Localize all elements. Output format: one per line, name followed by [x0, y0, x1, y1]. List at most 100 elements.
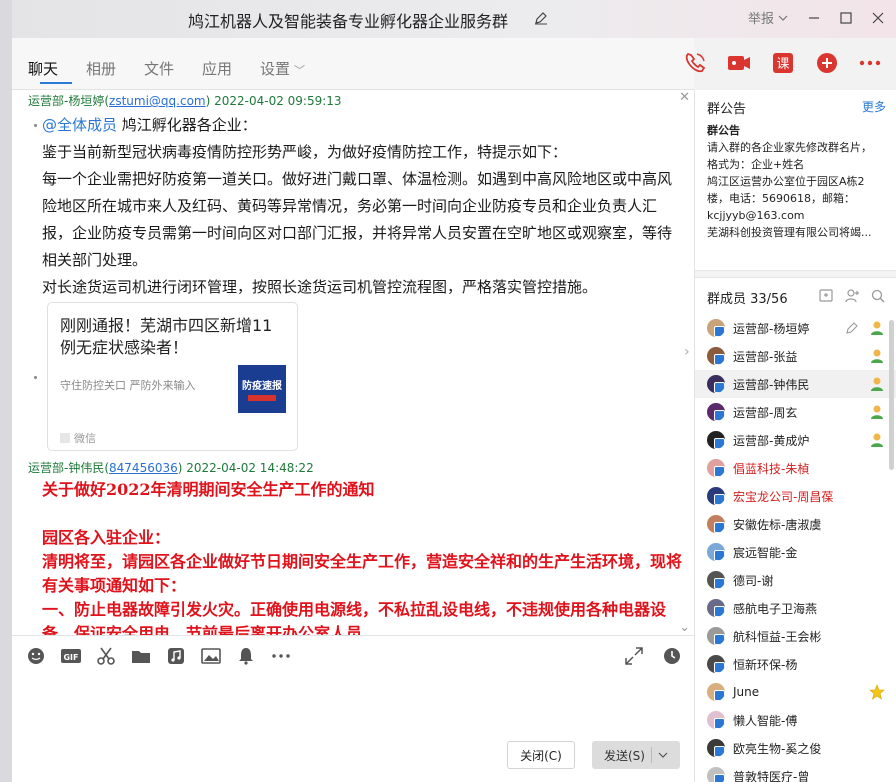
- expand-icon[interactable]: [624, 646, 644, 666]
- composer-toolbar: GIF: [26, 646, 292, 666]
- group-chat-icon[interactable]: [818, 288, 834, 304]
- chevron-down-icon[interactable]: [658, 752, 668, 758]
- video-call-icon[interactable]: [726, 50, 752, 76]
- maximize-icon[interactable]: [840, 11, 852, 24]
- member-name: 运营部-黄成炉: [733, 433, 810, 448]
- edit-card-icon[interactable]: [845, 321, 859, 335]
- members-tools: [818, 288, 886, 304]
- article-subtitle: 守住防控关口 严防外来输入: [60, 379, 196, 392]
- svg-text:GIF: GIF: [63, 653, 78, 662]
- member-item[interactable]: 宏宝龙公司-周昌葆: [695, 482, 896, 510]
- members-header: 群成员 33/56: [707, 292, 788, 307]
- message-bullet: [34, 124, 37, 127]
- member-item[interactable]: 宸远智能-金: [695, 538, 896, 566]
- member-item[interactable]: June: [695, 678, 896, 706]
- member-item[interactable]: 普敦特医疗-曾: [695, 762, 896, 782]
- member-item[interactable]: 德司-谢: [695, 566, 896, 594]
- avatar: [707, 487, 725, 505]
- member-item[interactable]: 航科恒益-王会彬: [695, 622, 896, 650]
- admin-icon: [869, 348, 885, 364]
- member-item[interactable]: 欧亮生物-奚之俊: [695, 734, 896, 762]
- member-list-scrollbar[interactable]: [889, 320, 894, 470]
- member-item[interactable]: 安徽佐标-唐淑虞: [695, 510, 896, 538]
- member-item[interactable]: 运营部-杨垣婷: [695, 314, 896, 342]
- member-name: 倡蓝科技-朱楨: [733, 461, 810, 476]
- avatar: [707, 739, 725, 757]
- minimize-icon[interactable]: [808, 12, 820, 24]
- title-bar: 鸠江机器人及智能装备专业孵化器企业服务群 举报: [0, 0, 896, 38]
- member-name: 运营部-张益: [733, 349, 798, 364]
- sender-qq[interactable]: 847456036: [109, 461, 178, 475]
- article-source: 微信: [60, 430, 96, 446]
- mention-all[interactable]: @全体成员: [42, 116, 117, 134]
- search-icon[interactable]: [870, 288, 886, 304]
- thumbnail-label: 防疫速报: [242, 381, 282, 392]
- tab-bar: 聊天 相册 文件 应用 设置 ﹀: [12, 38, 694, 90]
- more-tools-icon[interactable]: [270, 646, 292, 666]
- bell-icon[interactable]: [236, 646, 256, 666]
- avatar: [707, 571, 725, 589]
- member-name: 懒人智能-傅: [733, 713, 798, 728]
- notice-message-body: 关于做好2022年清明期间安全生产工作的通知 园区各入驻企业： 清明将至，请园区…: [42, 478, 682, 635]
- close-button[interactable]: 关闭(C): [507, 741, 575, 769]
- member-item[interactable]: 运营部-黄成炉: [695, 426, 896, 454]
- send-button[interactable]: 发送(S): [592, 741, 680, 769]
- avatar: [707, 515, 725, 533]
- close-window-icon[interactable]: [872, 12, 884, 24]
- member-name: 欧亮生物-奚之俊: [733, 741, 822, 756]
- history-clock-icon[interactable]: [662, 646, 682, 666]
- music-icon[interactable]: [166, 646, 186, 666]
- source-label: 微信: [74, 432, 96, 445]
- phone-call-icon[interactable]: [682, 50, 708, 76]
- member-item[interactable]: 感航电子卫海燕: [695, 594, 896, 622]
- window-left-edge: [0, 0, 12, 782]
- tab-chat[interactable]: 聊天: [28, 58, 58, 79]
- admin-icon: [869, 320, 885, 336]
- course-icon-label: 课: [776, 57, 789, 72]
- close-icon[interactable]: ✕: [679, 90, 690, 105]
- sender-name[interactable]: 运营部-钟伟民: [28, 461, 104, 475]
- edit-title-icon[interactable]: [534, 11, 548, 25]
- message-line: 对长途货运司机进行闭环管理，按照长途货运司机管控流程图，严格落实管控措施。: [42, 278, 598, 296]
- chat-history[interactable]: 运营部-杨垣婷(zstumi@qq.com) 2022-04-02 09:59:…: [12, 90, 694, 635]
- message-body: @全体成员 鸠江孵化器各企业： 鉴于当前新型冠状病毒疫情防控形势严峻，为做好疫情…: [42, 112, 674, 301]
- chat-actions: 课: [682, 50, 882, 76]
- tab-apps[interactable]: 应用: [202, 58, 232, 79]
- member-item[interactable]: 运营部-钟伟民: [695, 370, 896, 398]
- member-item[interactable]: 运营部-周玄: [695, 398, 896, 426]
- shared-article-card[interactable]: 刚刚通报！芜湖市四区新增11例无症状感染者！ 守住防控关口 严防外来输入 防疫速…: [47, 302, 298, 451]
- course-icon[interactable]: 课: [770, 50, 796, 76]
- tab-files[interactable]: 文件: [144, 58, 174, 79]
- member-item[interactable]: 运营部-张益: [695, 342, 896, 370]
- member-item[interactable]: 倡蓝科技-朱楨: [695, 454, 896, 482]
- chevron-down-icon[interactable]: ⌄: [679, 620, 690, 635]
- tab-settings[interactable]: 设置 ﹀: [260, 58, 305, 79]
- image-icon[interactable]: [200, 646, 222, 666]
- announcement-body[interactable]: 群公告 请入群的各企业家先修改群名片， 格式为：企业+姓名 鸠江区运营办公室位于…: [707, 122, 891, 241]
- message-composer[interactable]: GIF 关闭(C) 发送(S): [12, 635, 694, 782]
- scissors-icon[interactable]: [96, 646, 116, 666]
- add-icon[interactable]: [814, 50, 840, 76]
- article-title: 刚刚通报！芜湖市四区新增11例无症状感染者！: [60, 316, 273, 357]
- sender-email[interactable]: zstumi@qq.com: [109, 94, 206, 108]
- avatar: [707, 375, 725, 393]
- announcement-line: 格式为：企业+姓名: [707, 158, 805, 171]
- sender-name[interactable]: 运营部-杨垣婷: [28, 94, 104, 108]
- member-name: 德司-谢: [733, 573, 774, 588]
- folder-icon[interactable]: [130, 646, 152, 666]
- member-item[interactable]: 恒新环保-杨: [695, 650, 896, 678]
- admin-icon: [869, 432, 885, 448]
- message-line: 清明将至，请园区各企业做好节日期间安全生产工作，营造安全祥和的生产生活环境，现将…: [42, 552, 683, 595]
- chevron-down-icon: ﹀: [294, 64, 306, 77]
- announcement-more-link[interactable]: 更多: [862, 98, 886, 115]
- add-member-icon[interactable]: [844, 288, 860, 304]
- report-dropdown[interactable]: 举报: [748, 8, 788, 27]
- gif-icon[interactable]: GIF: [60, 646, 82, 666]
- group-side-panel: 群公告 更多 群公告 请入群的各企业家先修改群名片， 格式为：企业+姓名 鸠江区…: [694, 90, 896, 782]
- member-item[interactable]: 懒人智能-傅: [695, 706, 896, 734]
- emoji-icon[interactable]: [26, 646, 46, 666]
- avatar: [707, 459, 725, 477]
- member-name: June: [733, 685, 760, 699]
- more-icon[interactable]: [858, 50, 882, 76]
- tab-album[interactable]: 相册: [86, 58, 116, 79]
